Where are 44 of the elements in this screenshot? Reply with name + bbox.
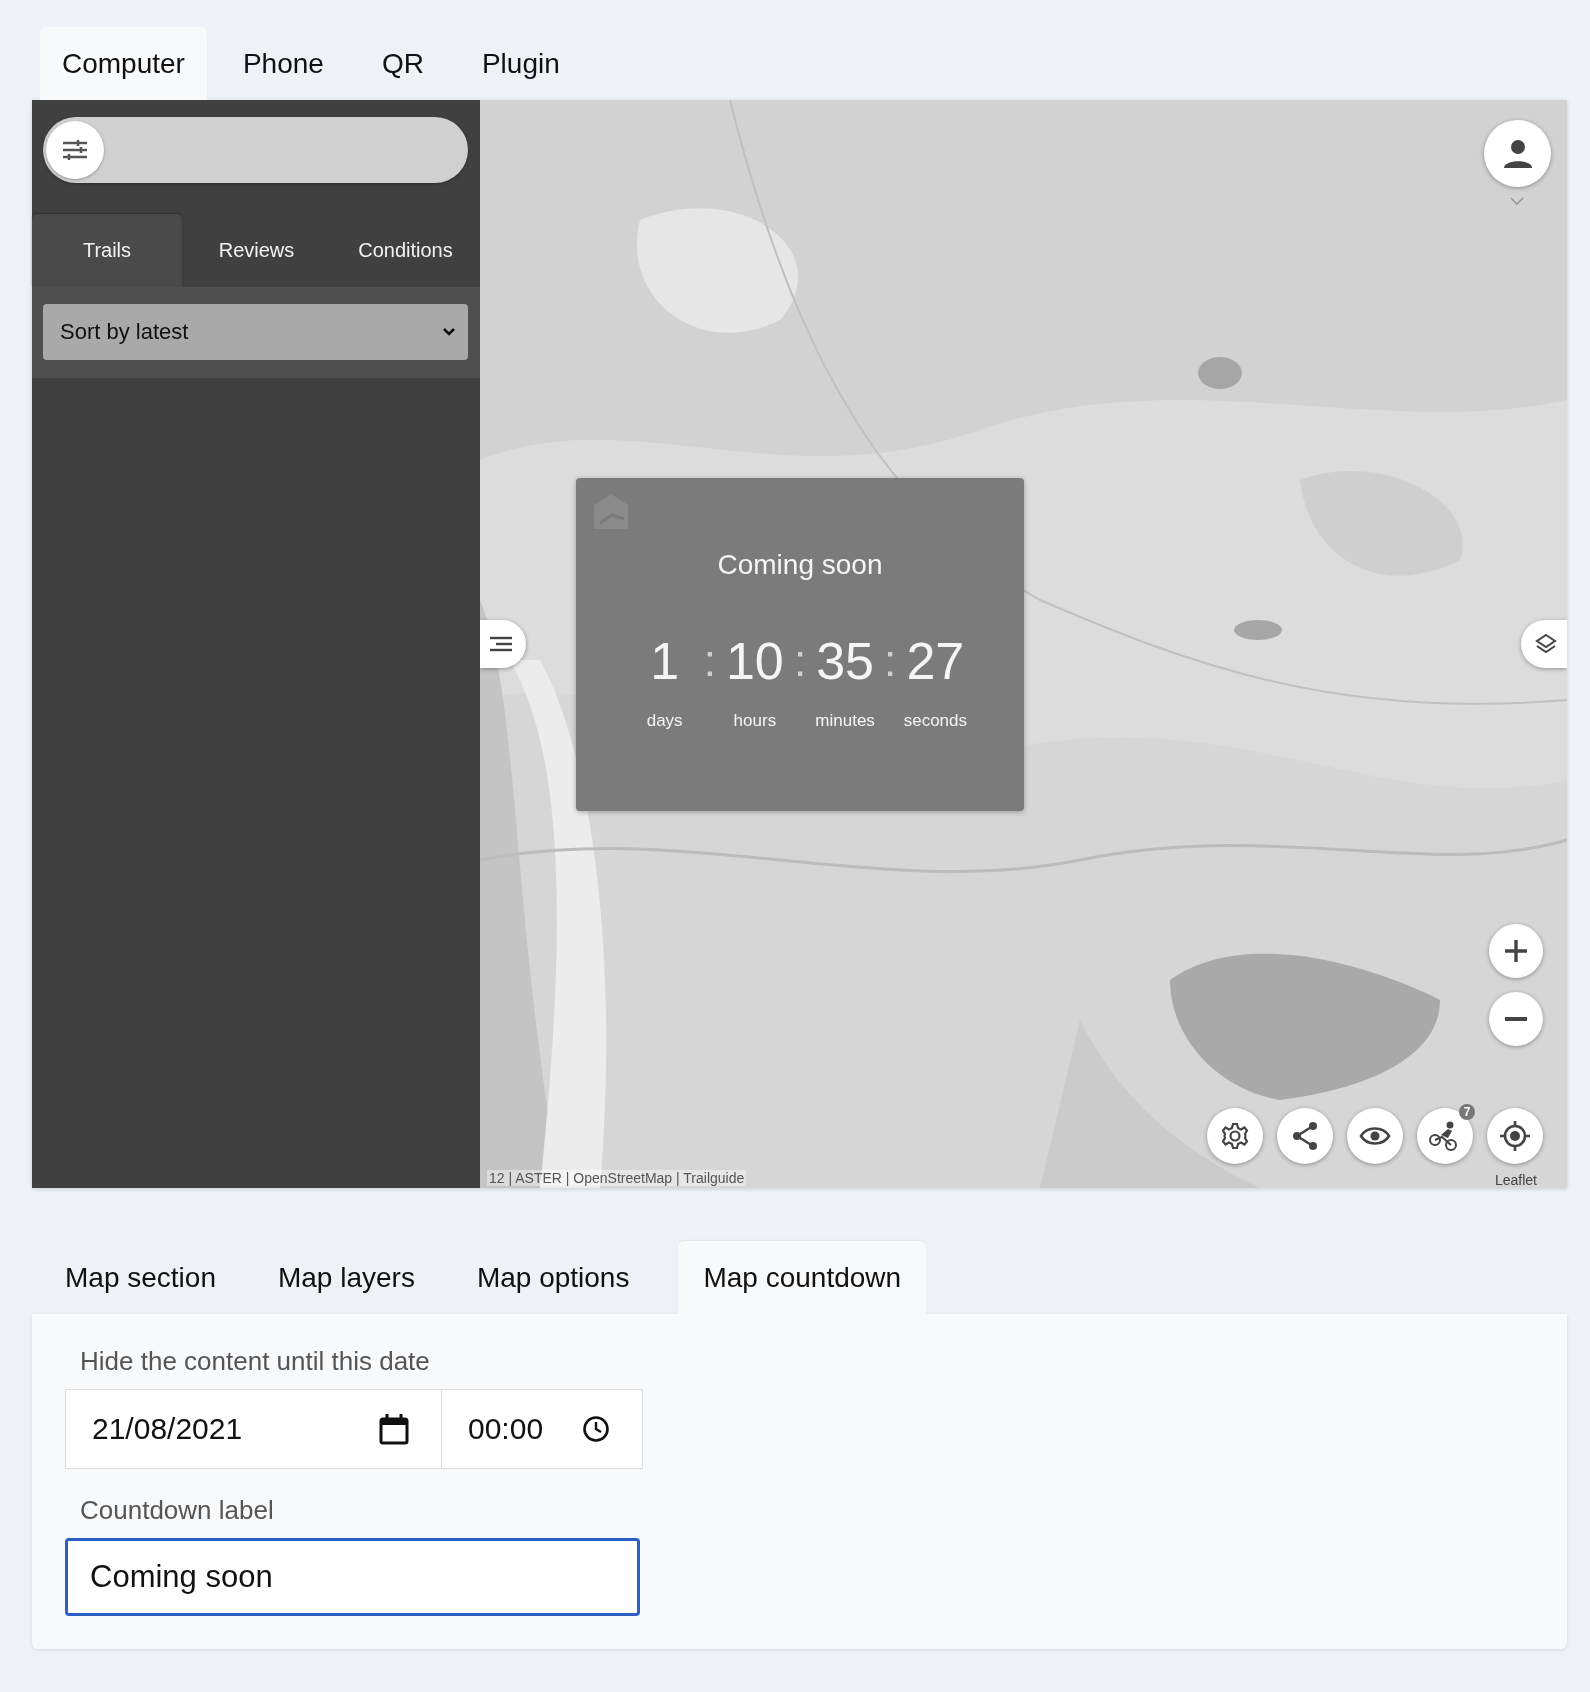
settings-tab[interactable]: Map options — [451, 1241, 655, 1314]
field-label: Countdown label — [79, 1495, 274, 1526]
countdown-unit: hours — [733, 711, 777, 731]
settings-tab[interactable]: Map section — [40, 1241, 241, 1314]
layers-button[interactable] — [1521, 620, 1567, 668]
filter-button[interactable] — [46, 121, 104, 179]
sidebar-tab[interactable]: Reviews — [182, 214, 331, 287]
countdown-unit: days — [646, 711, 683, 731]
share-icon — [1290, 1121, 1320, 1151]
top-tab[interactable]: Phone — [220, 27, 346, 100]
top-tab[interactable]: Plugin — [459, 27, 582, 100]
countdown-unit: minutes — [815, 711, 875, 731]
sliders-icon — [62, 138, 88, 162]
countdown-value: 27 — [906, 631, 965, 691]
settings-tab[interactable]: Map countdown — [678, 1241, 927, 1314]
settings-tab[interactable]: Map layers — [252, 1241, 440, 1314]
countdown-value: 10 — [725, 631, 784, 691]
countdown-value: 1 — [650, 631, 680, 691]
countdown-unit: seconds — [903, 711, 967, 731]
countdown-separator: : — [792, 635, 808, 687]
list-icon — [488, 634, 514, 654]
sidebar-tab[interactable]: Conditions — [331, 214, 480, 287]
countdown-label-input[interactable]: Coming soon — [65, 1538, 640, 1616]
countdown-separator: : — [883, 635, 898, 687]
sidebar-tab[interactable]: Trails — [32, 214, 182, 287]
settings-icon — [1220, 1121, 1250, 1151]
map-credit-link[interactable]: Leaflet — [1494, 1172, 1537, 1188]
sort-dropdown[interactable]: Sort by latest — [43, 304, 468, 360]
minus-icon — [1503, 1016, 1529, 1022]
layers-icon — [1534, 632, 1558, 656]
plus-icon — [1503, 938, 1529, 964]
eye-icon — [1359, 1125, 1391, 1147]
search-field[interactable] — [43, 117, 468, 183]
countdown-title: Coming soon — [717, 549, 883, 581]
count-badge: 7 — [1459, 1104, 1475, 1120]
locate-icon — [1499, 1120, 1531, 1152]
sidebar-toggle-button[interactable] — [480, 620, 526, 668]
map-attribution: 12 | ASTER | OpenStreetMap | Trailguide — [487, 1170, 747, 1186]
countdown-value: 35 — [816, 631, 875, 691]
field-label: Hide the content until this date — [79, 1346, 430, 1377]
top-tab[interactable]: Computer — [40, 27, 207, 100]
chevron-down-icon — [442, 327, 456, 337]
top-tab[interactable]: QR — [359, 27, 446, 100]
countdown-separator: : — [702, 635, 717, 687]
